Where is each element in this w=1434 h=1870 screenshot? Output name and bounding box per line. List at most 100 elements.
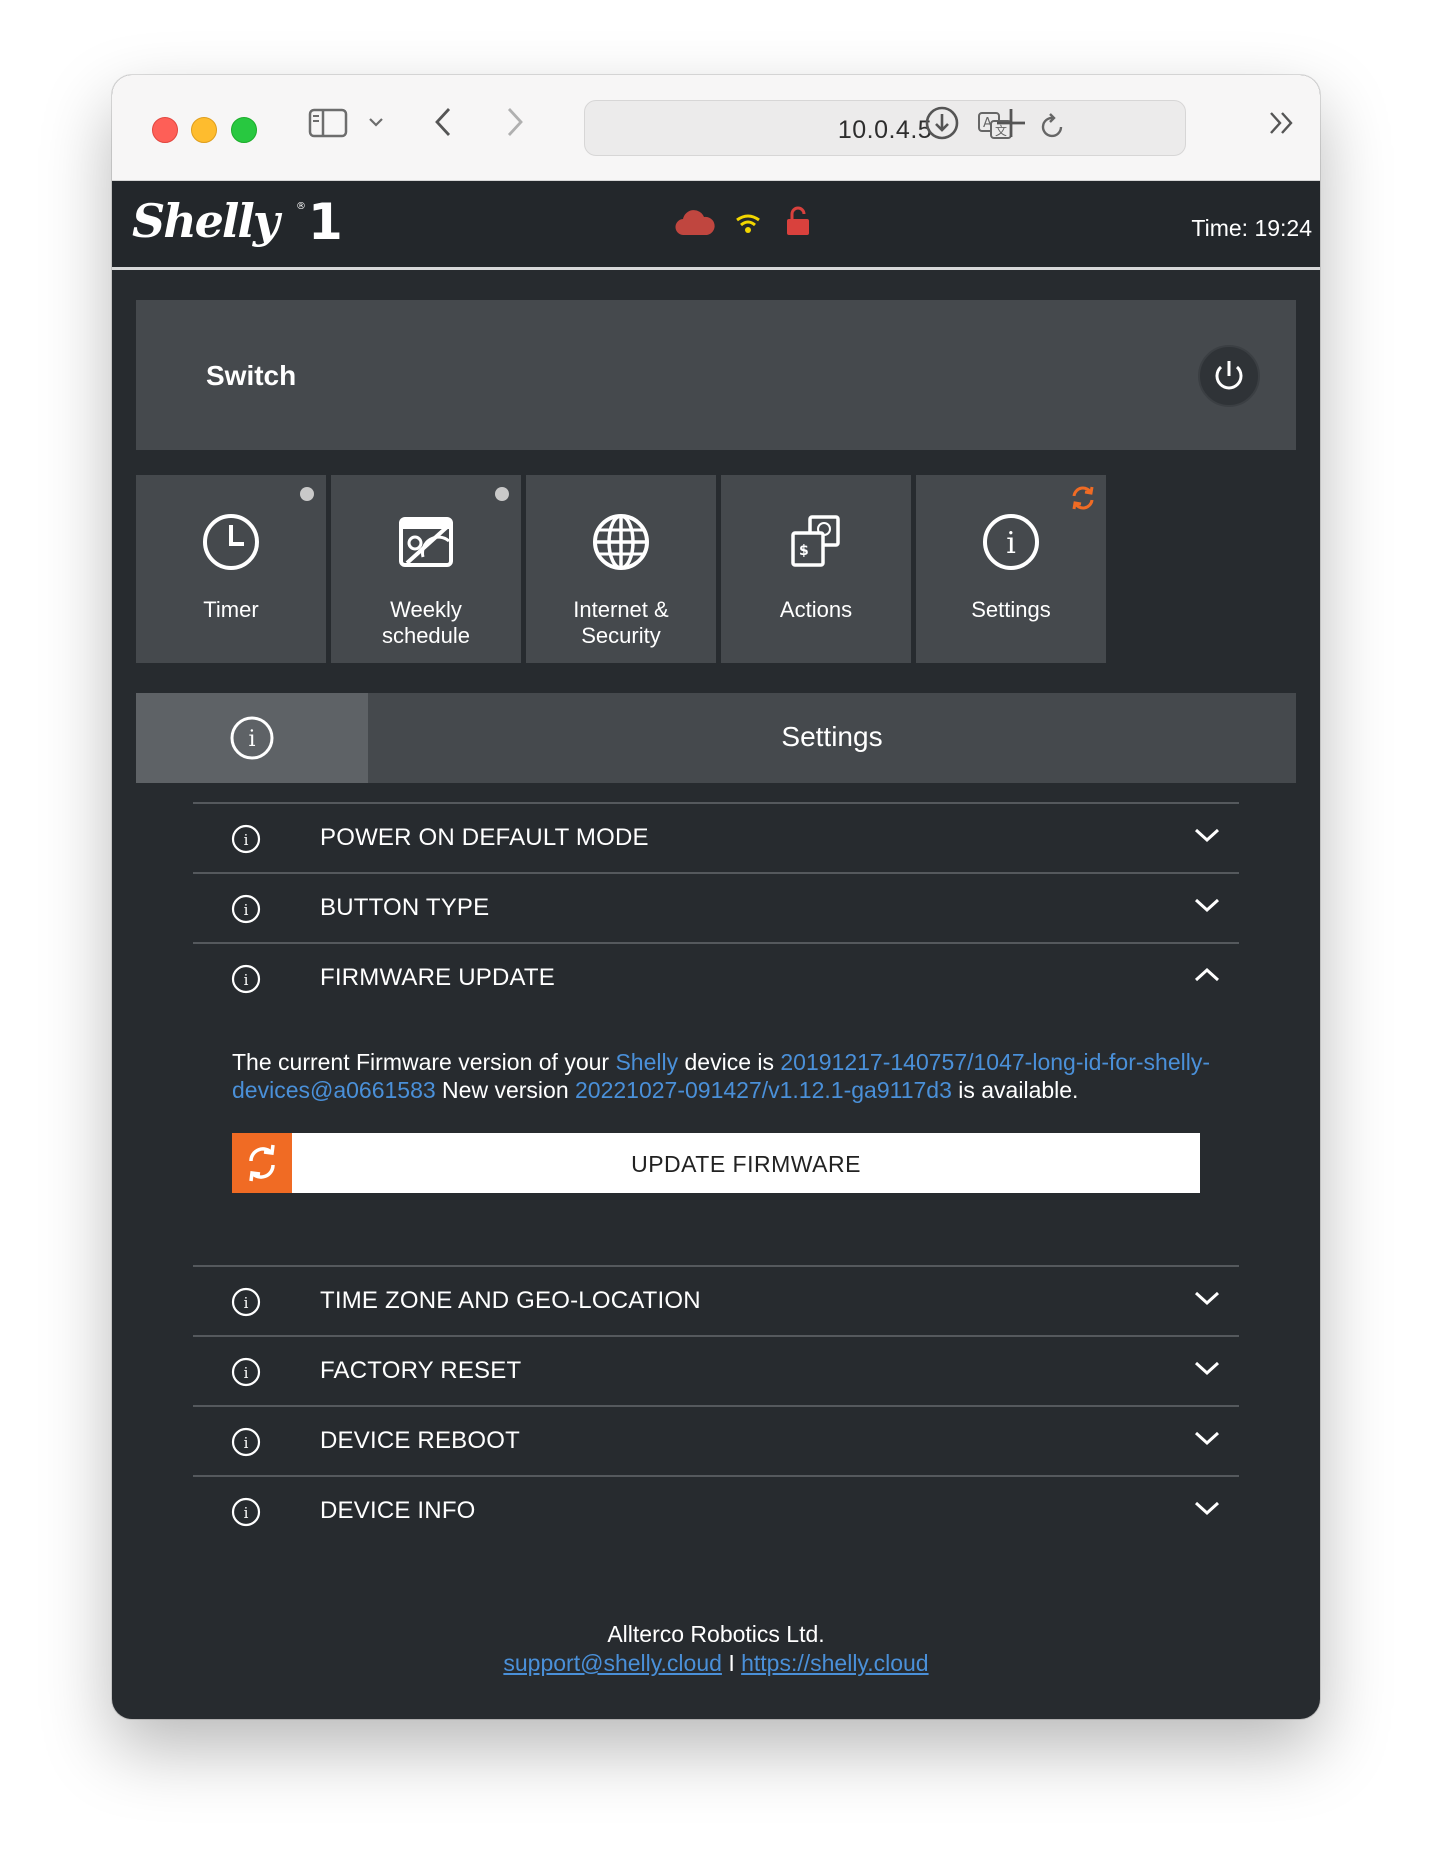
- device-time: Time: 19:24: [1191, 215, 1312, 241]
- section-label: DEVICE REBOOT: [320, 1427, 520, 1454]
- update-firmware-button[interactable]: UPDATE FIRMWARE: [232, 1133, 1200, 1193]
- chevron-up-icon: [1194, 967, 1220, 982]
- unlocked-icon: [786, 205, 810, 242]
- svg-text:i: i: [244, 831, 249, 849]
- browser-toolbar: 10.0.4.5 A文: [112, 75, 1320, 181]
- refresh-icon: [1070, 485, 1096, 516]
- shelly-logo: Shelly ® 1: [132, 193, 343, 260]
- address-bar[interactable]: 10.0.4.5 A文: [584, 100, 1186, 156]
- tile-label-line1: Weekly: [390, 597, 462, 622]
- back-icon[interactable]: [432, 105, 454, 144]
- update-icon-box: [232, 1133, 292, 1193]
- info-icon: i: [231, 1427, 261, 1457]
- section-label: TIME ZONE AND GEO-LOCATION: [320, 1287, 701, 1314]
- cloud-icon: [674, 209, 716, 242]
- settings-header: i Settings: [136, 693, 1296, 783]
- brand-link: Shelly: [615, 1049, 679, 1075]
- footer-separator: I: [728, 1650, 735, 1676]
- section-time-zone[interactable]: i TIME ZONE AND GEO-LOCATION: [193, 1265, 1239, 1335]
- section-device-reboot[interactable]: i DEVICE REBOOT: [193, 1405, 1239, 1475]
- chevron-down-icon: [1194, 1501, 1220, 1516]
- minimize-window-button[interactable]: [191, 117, 217, 143]
- zoom-window-button[interactable]: [231, 117, 257, 143]
- info-icon: i: [231, 894, 261, 924]
- app-header: Shelly ® 1 Time: 19:24: [112, 181, 1320, 270]
- svg-text:Shelly: Shelly: [132, 195, 283, 248]
- close-window-button[interactable]: [152, 117, 178, 143]
- browser-window: 10.0.4.5 A文 Shelly ® 1 Time: 19:24 Switc…: [112, 75, 1320, 1719]
- svg-text:i: i: [248, 727, 255, 752]
- section-label: BUTTON TYPE: [320, 894, 490, 921]
- chevron-down-icon: [1194, 1291, 1220, 1306]
- info-icon: i: [978, 509, 1044, 580]
- tile-label: Timer: [203, 597, 259, 622]
- company-name: Allterco Robotics Ltd.: [607, 1621, 825, 1647]
- svg-text:i: i: [244, 1434, 249, 1452]
- refresh-icon: [249, 1144, 275, 1182]
- chevron-down-icon: [1194, 828, 1220, 843]
- svg-text:i: i: [244, 1504, 249, 1522]
- tile-actions[interactable]: $ Actions: [721, 475, 911, 663]
- info-icon: i: [230, 716, 274, 760]
- tile-label: Actions: [779, 597, 853, 622]
- chevron-down-icon: [1194, 898, 1220, 913]
- info-icon: i: [231, 1497, 261, 1527]
- section-factory-reset[interactable]: i FACTORY RESET: [193, 1335, 1239, 1405]
- clock-icon: [198, 509, 264, 580]
- info-icon: i: [231, 964, 261, 994]
- settings-info-tab[interactable]: i: [136, 693, 368, 783]
- support-email-link[interactable]: support@shelly.cloud: [503, 1650, 722, 1676]
- tile-label-line2: schedule: [381, 623, 471, 648]
- tile-internet-security[interactable]: Internet & Security: [526, 475, 716, 663]
- section-label: POWER ON DEFAULT MODE: [320, 824, 649, 851]
- section-button-type[interactable]: i BUTTON TYPE: [193, 872, 1239, 942]
- svg-text:i: i: [244, 1364, 249, 1382]
- power-icon: [1215, 361, 1243, 390]
- calendar-disabled-icon: [393, 509, 459, 580]
- firmware-text: New version: [435, 1077, 575, 1103]
- info-icon: i: [231, 1357, 261, 1387]
- tile-weekly-schedule[interactable]: Weekly schedule: [331, 475, 521, 663]
- sidebar-icon[interactable]: [308, 108, 348, 143]
- switch-label: Switch: [206, 360, 297, 391]
- globe-icon: [588, 509, 654, 580]
- section-firmware-update[interactable]: i FIRMWARE UPDATE: [193, 942, 1239, 1012]
- chevron-down-icon: [1194, 1431, 1220, 1446]
- address-text: 10.0.4.5: [837, 116, 933, 144]
- firmware-text: The current Firmware version of your: [232, 1049, 616, 1075]
- power-toggle-button[interactable]: [1198, 345, 1260, 407]
- section-label: FIRMWARE UPDATE: [320, 964, 555, 991]
- firmware-text: is available.: [951, 1077, 1079, 1103]
- status-dot: [495, 487, 509, 501]
- svg-text:i: i: [1006, 526, 1016, 561]
- tile-settings[interactable]: i Settings: [916, 475, 1106, 663]
- section-device-info[interactable]: i DEVICE INFO: [193, 1475, 1239, 1545]
- reload-icon[interactable]: [1039, 113, 1067, 146]
- website-link[interactable]: https://shelly.cloud: [741, 1650, 929, 1676]
- tile-timer[interactable]: Timer: [136, 475, 326, 663]
- settings-title: Settings: [781, 721, 883, 752]
- forward-icon[interactable]: [504, 105, 526, 144]
- info-icon: i: [231, 1287, 261, 1317]
- downloads-icon[interactable]: [924, 105, 960, 146]
- svg-text:i: i: [244, 1294, 249, 1312]
- tile-label: Settings: [971, 597, 1051, 622]
- actions-icon: $: [783, 509, 849, 580]
- chevron-down-icon: [1194, 1361, 1220, 1376]
- footer: Allterco Robotics Ltd. support@shelly.cl…: [112, 1620, 1320, 1678]
- tile-label-line2: Security: [581, 623, 661, 648]
- section-power-on-default-mode[interactable]: i POWER ON DEFAULT MODE: [193, 802, 1239, 872]
- update-firmware-label: UPDATE FIRMWARE: [631, 1151, 861, 1177]
- svg-text:i: i: [244, 971, 249, 989]
- info-icon: i: [231, 824, 261, 854]
- firmware-text: device is: [678, 1049, 781, 1075]
- switch-card: Switch: [136, 300, 1296, 450]
- wifi-icon: [734, 212, 762, 239]
- more-tabs-icon[interactable]: [1267, 109, 1297, 142]
- new-tab-icon[interactable]: [994, 106, 1028, 145]
- chevron-down-icon[interactable]: [368, 115, 384, 134]
- svg-text:i: i: [244, 901, 249, 919]
- firmware-info-text: The current Firmware version of your She…: [232, 1048, 1212, 1104]
- svg-text:$: $: [799, 543, 809, 559]
- new-version: 20221027-091427/v1.12.1-ga9117d3: [575, 1077, 952, 1103]
